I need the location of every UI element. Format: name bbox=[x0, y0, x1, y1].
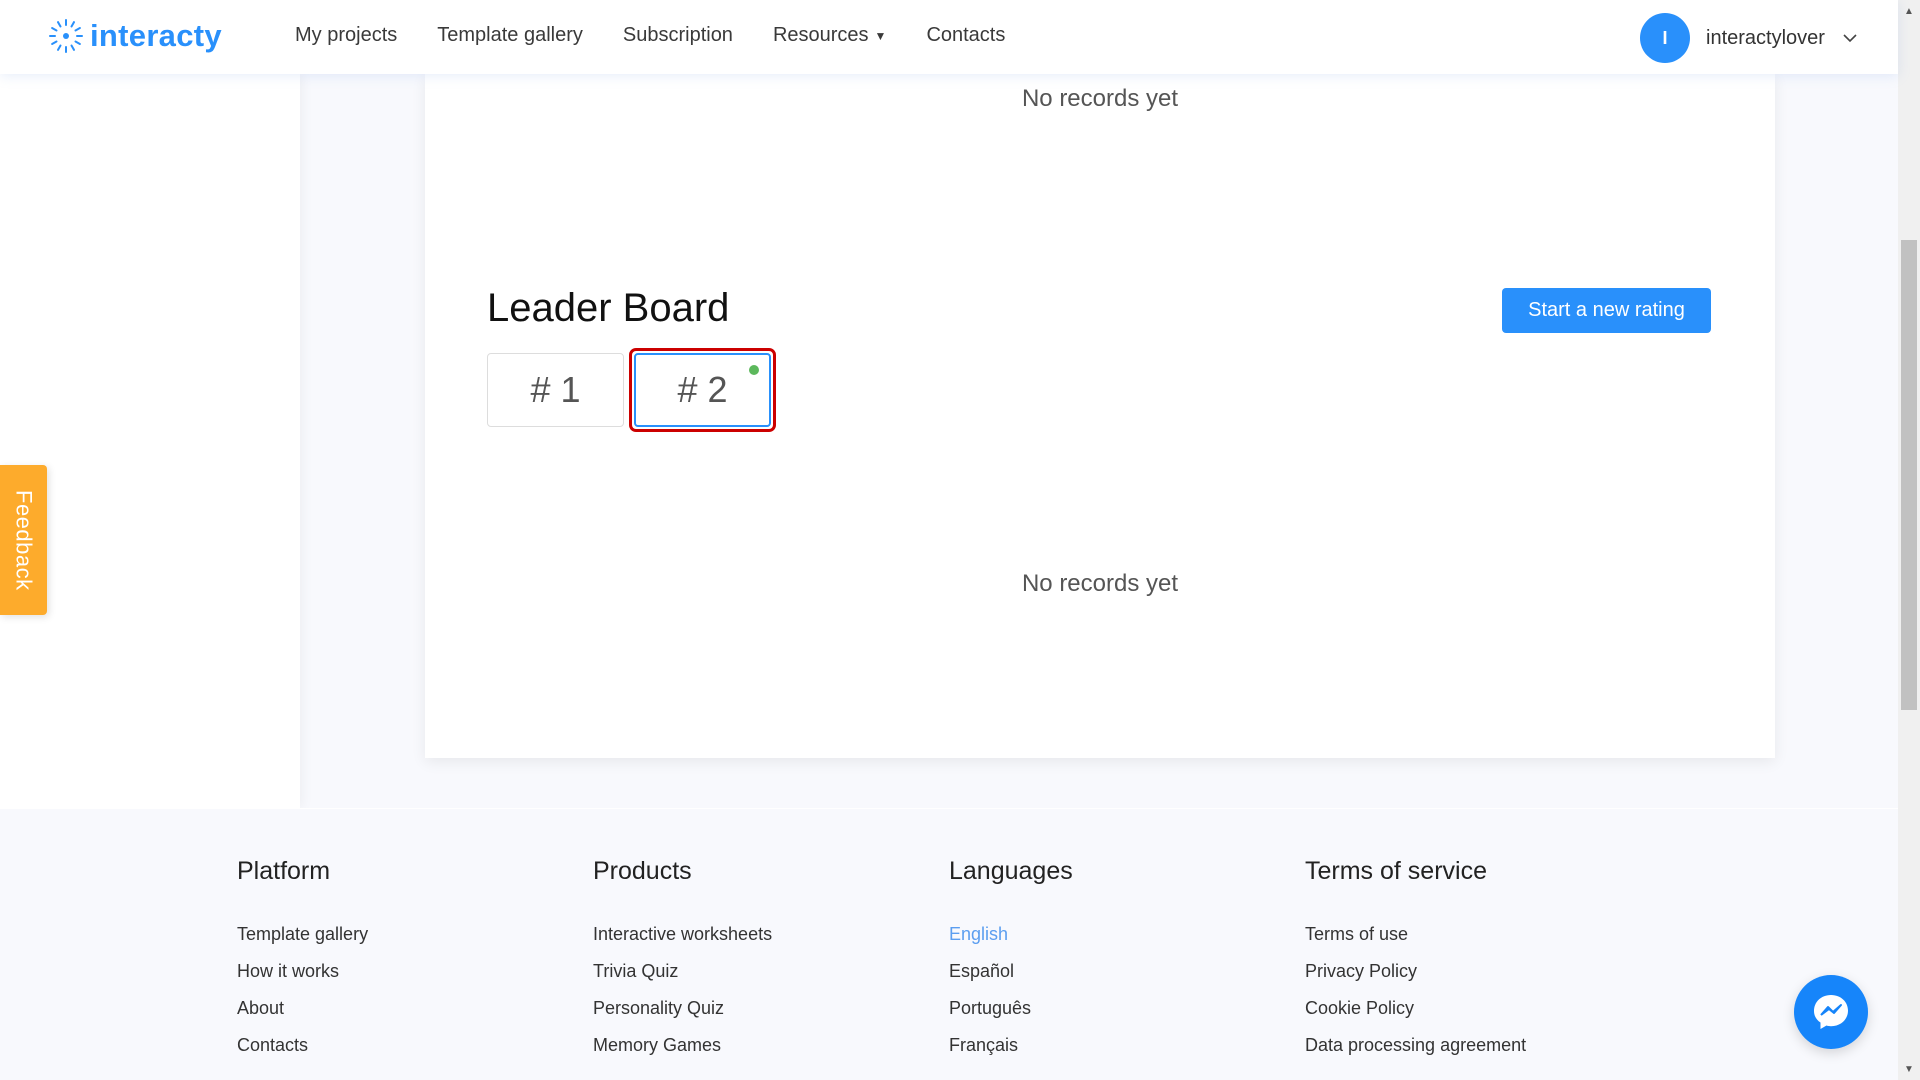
nav-contacts[interactable]: Contacts bbox=[926, 24, 1005, 47]
interacty-logo-icon bbox=[49, 19, 83, 53]
footer-column-terms: Terms of service Terms of use Privacy Po… bbox=[1305, 857, 1526, 1072]
logo[interactable]: interacty bbox=[48, 18, 222, 54]
rating-tab-label: # 2 bbox=[677, 369, 728, 410]
language-link-english[interactable]: English bbox=[949, 924, 1073, 946]
top-empty-state: No records yet bbox=[1021, 85, 1179, 112]
footer: Platform Template gallery How it works A… bbox=[0, 808, 1898, 1080]
highlight-frame: # 2 bbox=[629, 348, 776, 432]
user-menu[interactable]: I interactylover bbox=[1640, 13, 1859, 63]
footer-link[interactable]: Terms of use bbox=[1305, 924, 1526, 946]
footer-link[interactable]: Trivia Quiz bbox=[593, 961, 772, 983]
leaderboard-card: No records yet Leader Board Start a new … bbox=[425, 74, 1775, 758]
footer-link[interactable]: About bbox=[237, 998, 368, 1020]
rating-tab-label: # 1 bbox=[530, 369, 581, 410]
footer-heading: Platform bbox=[237, 857, 331, 885]
nav-resources-label: Resources bbox=[772, 24, 869, 46]
username: interactylover bbox=[1706, 26, 1825, 49]
scroll-down-arrow-icon[interactable]: ▼ bbox=[1898, 1060, 1920, 1078]
scroll-up-arrow-icon[interactable]: ▲ bbox=[1898, 2, 1920, 20]
footer-heading: Languages bbox=[949, 857, 1073, 885]
footer-link[interactable]: Interactive worksheets bbox=[593, 924, 772, 946]
footer-link[interactable]: Personality Quiz bbox=[593, 998, 772, 1020]
footer-column-platform: Platform Template gallery How it works A… bbox=[237, 857, 368, 1072]
sidebar bbox=[0, 74, 300, 808]
footer-link[interactable]: Template gallery bbox=[237, 924, 368, 946]
messenger-icon bbox=[1814, 995, 1848, 1029]
footer-link[interactable]: Data processing agreement bbox=[1305, 1035, 1526, 1057]
feedback-tab[interactable]: Feedback bbox=[0, 465, 47, 615]
avatar: I bbox=[1640, 13, 1690, 63]
rating-tabs: # 1 # 2 bbox=[487, 348, 776, 432]
start-new-rating-button[interactable]: Start a new rating bbox=[1502, 288, 1711, 333]
rating-tab-2[interactable]: # 2 bbox=[634, 353, 771, 427]
rating-tab-1[interactable]: # 1 bbox=[487, 353, 624, 427]
nav-my-projects[interactable]: My projects bbox=[295, 24, 397, 47]
footer-link[interactable]: How it works bbox=[237, 961, 368, 983]
messenger-chat-button[interactable] bbox=[1794, 975, 1868, 1049]
nav-subscription[interactable]: Subscription bbox=[623, 24, 733, 47]
main-nav: My projects Template gallery Subscriptio… bbox=[295, 24, 1005, 47]
nav-resources[interactable]: Resources ▼ bbox=[773, 24, 887, 47]
feedback-label: Feedback bbox=[11, 489, 37, 591]
footer-heading: Terms of service bbox=[1305, 857, 1487, 885]
language-link-francais[interactable]: Français bbox=[949, 1035, 1073, 1057]
footer-link[interactable]: Memory Games bbox=[593, 1035, 772, 1057]
logo-text: interacty bbox=[90, 18, 222, 53]
footer-link[interactable]: Cookie Policy bbox=[1305, 998, 1526, 1020]
top-header: interacty My projects Template gallery S… bbox=[0, 0, 1898, 74]
language-link-portugues[interactable]: Português bbox=[949, 998, 1073, 1020]
leaderboard-title: Leader Board bbox=[487, 286, 730, 330]
footer-heading: Products bbox=[593, 857, 692, 885]
live-status-dot-icon bbox=[749, 365, 759, 375]
scrollbar-thumb[interactable] bbox=[1901, 240, 1917, 710]
footer-column-languages: Languages English Español Português Fran… bbox=[949, 857, 1073, 1072]
nav-template-gallery[interactable]: Template gallery bbox=[437, 24, 583, 47]
chevron-down-icon bbox=[1843, 34, 1857, 43]
page-scrollbar[interactable]: ▲ ▼ bbox=[1898, 0, 1920, 1080]
caret-down-icon: ▼ bbox=[874, 28, 887, 43]
language-link-espanol[interactable]: Español bbox=[949, 961, 1073, 983]
footer-link[interactable]: Contacts bbox=[237, 1035, 368, 1057]
footer-link[interactable]: Privacy Policy bbox=[1305, 961, 1526, 983]
footer-column-products: Products Interactive worksheets Trivia Q… bbox=[593, 857, 772, 1072]
leaderboard-empty-state: No records yet bbox=[1021, 570, 1179, 597]
